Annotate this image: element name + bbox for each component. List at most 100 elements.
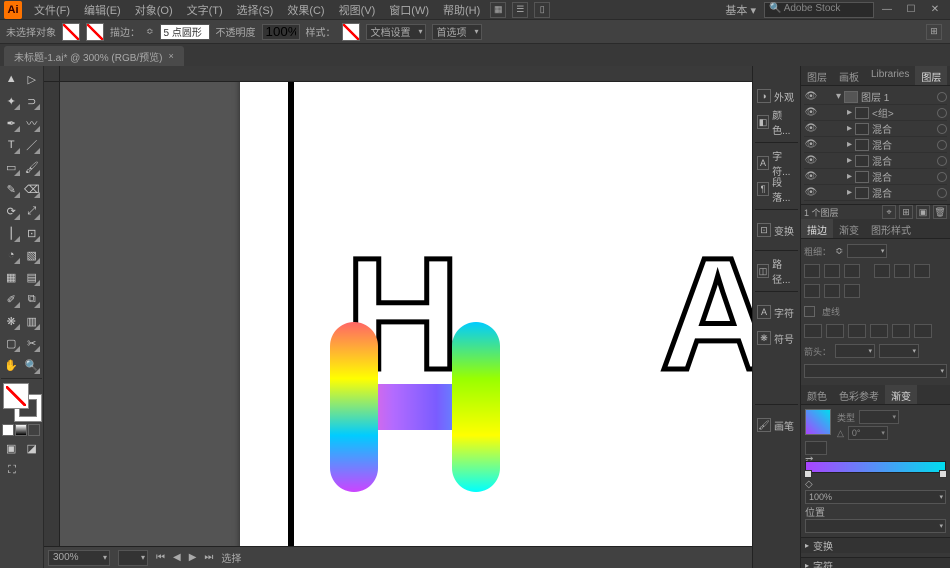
tab-layers-1[interactable]: 图层: [801, 66, 833, 85]
eye-icon[interactable]: 👁: [804, 106, 818, 120]
tool-hand[interactable]: ✋: [2, 355, 21, 375]
tool-artboard[interactable]: ▢: [2, 333, 21, 353]
tool-zoom[interactable]: 🔍: [23, 355, 42, 375]
tool-eyedropper[interactable]: ✐: [2, 289, 21, 309]
gradient-fill-toggle[interactable]: [805, 441, 827, 455]
dock-character[interactable]: A字符...: [755, 153, 798, 173]
profile-dropdown[interactable]: [804, 364, 947, 378]
search-stock-input[interactable]: 🔍 Adobe Stock: [764, 2, 874, 18]
doc-setup-button[interactable]: 文档设置: [366, 24, 426, 40]
color-mode-solid[interactable]: [2, 424, 14, 436]
locate-icon[interactable]: ⌖: [882, 205, 896, 219]
stroke-swatch[interactable]: [86, 23, 104, 41]
character-panel-header[interactable]: ▸字符: [801, 557, 950, 568]
tool-direct-select[interactable]: ▷: [23, 69, 42, 89]
eye-icon[interactable]: 👁: [804, 170, 818, 184]
dock-pathfinder[interactable]: ◫路径...: [755, 261, 798, 281]
layer-row[interactable]: 👁▾图层 1: [804, 89, 947, 105]
eye-icon[interactable]: 👁: [804, 154, 818, 168]
fill-color-box[interactable]: [3, 383, 29, 409]
nav-prev-icon[interactable]: ◀: [173, 552, 181, 563]
tool-line[interactable]: ／: [23, 135, 42, 155]
tab-gradient[interactable]: 渐变: [885, 385, 917, 404]
new-sublayer-icon[interactable]: ⊞: [899, 205, 913, 219]
arrow-start[interactable]: [835, 344, 875, 358]
align-icon[interactable]: ⊞: [926, 24, 942, 40]
menu-file[interactable]: 文件(F): [28, 0, 76, 20]
tool-rotate[interactable]: ⟳: [2, 201, 21, 221]
layer-row[interactable]: 👁▸<组>: [804, 105, 947, 121]
layer-row[interactable]: 👁▸混合: [804, 169, 947, 185]
gradient-swatch[interactable]: [805, 409, 831, 435]
gradient-stop[interactable]: [804, 470, 812, 478]
document-tab[interactable]: 未标题-1.ai* @ 300% (RGB/预览) ×: [4, 46, 184, 66]
workspace-switcher[interactable]: 基本 ▾: [719, 0, 762, 20]
tool-rectangle[interactable]: ▭: [2, 157, 21, 177]
artboard[interactable]: H A: [240, 82, 752, 546]
menu-help[interactable]: 帮助(H): [437, 0, 486, 20]
fill-stroke-control[interactable]: [3, 383, 41, 421]
stroke-weight-input[interactable]: [847, 244, 887, 258]
dock-glyphs[interactable]: A字符: [755, 302, 798, 322]
target-icon[interactable]: [937, 156, 947, 166]
menu-object[interactable]: 对象(O): [129, 0, 179, 20]
color-mode-none[interactable]: [28, 424, 40, 436]
window-maximize[interactable]: ☐: [900, 3, 922, 17]
tool-lasso[interactable]: ⊃: [23, 91, 42, 111]
tool-eraser[interactable]: ⌫: [23, 179, 42, 199]
tab-libraries[interactable]: Libraries: [865, 66, 915, 85]
fill-swatch[interactable]: [62, 23, 80, 41]
layout-icon-2[interactable]: ☰: [512, 2, 528, 18]
layer-row[interactable]: 👁▸混合: [804, 121, 947, 137]
tool-scale[interactable]: ⤢: [23, 201, 42, 221]
arrow-end[interactable]: [879, 344, 919, 358]
close-icon[interactable]: ×: [169, 51, 174, 61]
dock-symbols[interactable]: ❋符号: [755, 328, 798, 348]
tab-artboards[interactable]: 画板: [833, 66, 865, 85]
menu-type[interactable]: 文字(T): [181, 0, 229, 20]
artwork-outline-a[interactable]: A: [660, 222, 752, 406]
menu-effect[interactable]: 效果(C): [281, 0, 330, 20]
dock-transform[interactable]: ⊡变换: [755, 220, 798, 240]
layout-icon-3[interactable]: ▯: [534, 2, 550, 18]
target-icon[interactable]: [937, 108, 947, 118]
tool-blend[interactable]: ⧉: [23, 289, 42, 309]
tool-magic-wand[interactable]: ✦: [2, 91, 21, 111]
nav-next-icon[interactable]: ▶: [189, 552, 197, 563]
align-stroke-outside-icon[interactable]: [844, 284, 860, 298]
layer-row[interactable]: 👁▸混合: [804, 185, 947, 201]
tool-free-transform[interactable]: ⊡: [23, 223, 42, 243]
tool-type[interactable]: T: [2, 135, 21, 155]
tool-curvature[interactable]: 〰: [23, 113, 42, 133]
cap-butt-icon[interactable]: [804, 264, 820, 278]
target-icon[interactable]: [937, 92, 947, 102]
gradient-stop[interactable]: [939, 470, 947, 478]
graphic-style-swatch[interactable]: [342, 23, 360, 41]
menu-select[interactable]: 选择(S): [231, 0, 280, 20]
ruler-vertical[interactable]: [44, 82, 60, 546]
dashed-line-checkbox[interactable]: [804, 306, 815, 317]
nav-last-icon[interactable]: ⏭: [204, 552, 213, 563]
stroke-profile-input[interactable]: [160, 24, 210, 40]
tool-perspective[interactable]: ▧: [23, 245, 42, 265]
target-icon[interactable]: [937, 140, 947, 150]
tool-gradient[interactable]: ▤: [23, 267, 42, 287]
stroke-stepper-icon[interactable]: ≎: [146, 26, 154, 37]
gradient-type-dropdown[interactable]: [859, 410, 899, 424]
ruler-horizontal[interactable]: [60, 66, 752, 82]
artboard-nav-dropdown[interactable]: [118, 550, 148, 566]
align-stroke-center-icon[interactable]: [804, 284, 820, 298]
draw-mode-behind[interactable]: ◪: [23, 438, 42, 458]
eye-icon[interactable]: 👁: [804, 186, 818, 200]
tool-symbol-sprayer[interactable]: ❋: [2, 311, 21, 331]
tab-color-guide[interactable]: 色彩参考: [833, 385, 885, 404]
trash-icon[interactable]: 🗑: [933, 205, 947, 219]
tool-width[interactable]: ⎮: [2, 223, 21, 243]
transform-panel-header[interactable]: ▸变换: [801, 537, 950, 553]
tool-selection[interactable]: ▲: [2, 69, 21, 89]
cap-round-icon[interactable]: [824, 264, 840, 278]
corner-round-icon[interactable]: [894, 264, 910, 278]
tab-graphic-styles[interactable]: 图形样式: [865, 219, 917, 238]
gradient-angle[interactable]: 0°: [848, 426, 888, 440]
nav-first-icon[interactable]: ⏮: [156, 552, 165, 563]
